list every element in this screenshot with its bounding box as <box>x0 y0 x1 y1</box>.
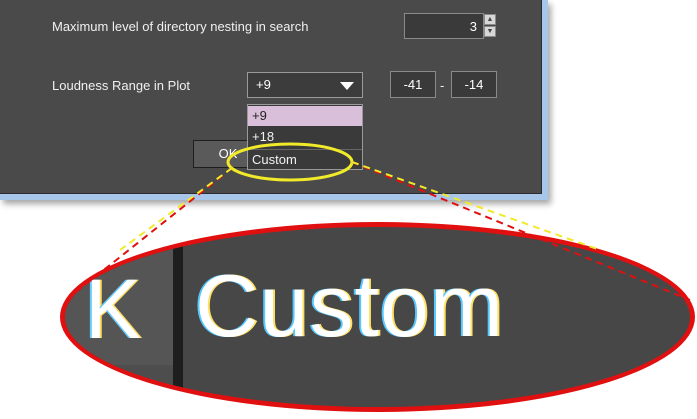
zoom-lower-fragment <box>65 365 173 407</box>
spinner-up-icon[interactable]: ▲ <box>484 14 496 25</box>
zoom-custom-text: Custom <box>195 256 505 355</box>
option-plus-18[interactable]: +18 <box>248 127 362 147</box>
settings-dialog: Maximum level of directory nesting in se… <box>0 0 548 200</box>
loudness-range-combo[interactable]: +9 <box>247 72 363 98</box>
dropdown-arrow-icon[interactable] <box>340 82 354 90</box>
loudness-dropdown-list[interactable]: +9 +18 Custom <box>247 104 363 170</box>
spinner-down-icon[interactable]: ▼ <box>484 26 496 37</box>
range-min-value: -41 <box>403 77 423 92</box>
zoom-dropdown-edge <box>173 227 183 407</box>
nesting-spinner-input[interactable]: 3 <box>404 13 484 39</box>
loudness-selected-value: +9 <box>256 77 271 92</box>
nesting-value: 3 <box>469 19 477 34</box>
range-max-field[interactable]: -14 <box>451 71 497 98</box>
range-max-value: -14 <box>464 77 484 92</box>
loudness-label: Loudness Range in Plot <box>52 78 191 93</box>
nesting-label: Maximum level of directory nesting in se… <box>52 19 309 34</box>
option-custom[interactable]: Custom <box>248 149 362 169</box>
range-min-field[interactable]: -41 <box>390 71 436 98</box>
magnified-callout: K Custom <box>60 222 695 412</box>
range-separator: - <box>440 78 445 93</box>
option-plus-9[interactable]: +9 <box>248 106 362 126</box>
ok-label: OK <box>218 146 238 161</box>
zoom-partial-ok-text: K <box>85 262 142 356</box>
